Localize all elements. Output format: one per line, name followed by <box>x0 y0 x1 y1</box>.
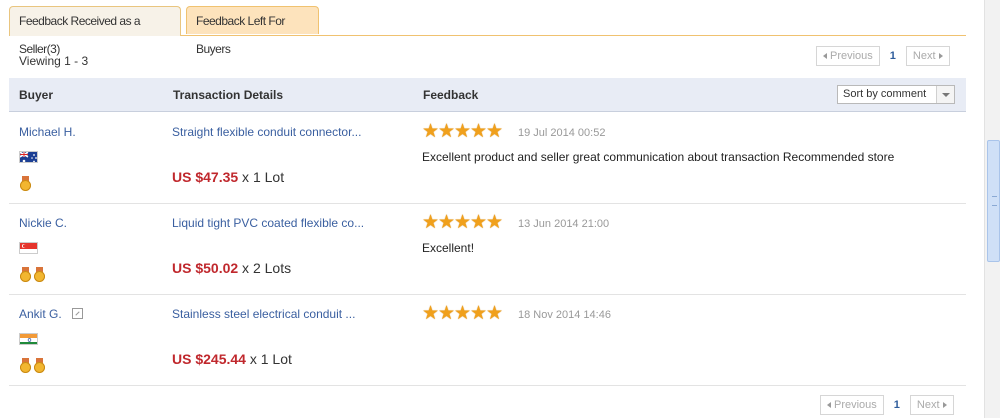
star-rating: ★ ★ ★ ★ ★ <box>422 303 504 324</box>
feedback-tabs: Feedback Received as a Seller(3) Feedbac… <box>0 0 966 56</box>
current-page[interactable]: 1 <box>890 50 896 62</box>
star-icon: ★ <box>422 212 440 233</box>
next-button[interactable]: Next <box>909 395 954 415</box>
feedback-date: 18 Nov 2014 14:46 <box>518 309 611 321</box>
transaction-link[interactable]: Stainless steel electrical conduit ... <box>172 307 355 321</box>
price-amount: US $50.02 <box>172 260 239 276</box>
header-buyer: Buyer <box>19 88 54 102</box>
feedback-comment: Excellent product and seller great commu… <box>422 150 895 164</box>
star-rating: ★ ★ ★ ★ ★ <box>422 212 504 233</box>
star-icon: ★ <box>486 121 504 142</box>
star-icon: ★ <box>486 303 504 324</box>
australia-flag-icon <box>19 151 38 163</box>
star-icon: ★ <box>470 212 488 233</box>
previous-button[interactable]: Previous <box>816 46 880 66</box>
chevron-down-icon[interactable] <box>936 86 954 103</box>
buyer-medals <box>20 358 45 373</box>
table-row: Michael H. Straight flexible conduit con… <box>9 112 966 204</box>
price: US $47.35 x 1 Lot <box>172 169 284 185</box>
buyer-name-link[interactable]: Michael H. <box>19 125 76 139</box>
header-transaction: Transaction Details <box>173 88 284 102</box>
next-button[interactable]: Next <box>905 46 950 66</box>
next-label: Next <box>916 399 940 411</box>
price-quantity: x 2 Lots <box>238 260 292 276</box>
chevron-left-icon <box>823 53 827 59</box>
tab-feedback-left[interactable]: Feedback Left For Buyers <box>186 6 319 56</box>
star-icon: ★ <box>454 212 472 233</box>
price-amount: US $245.44 <box>172 351 246 367</box>
medal-icon <box>20 267 31 282</box>
buyer-name-link[interactable]: Nickie C. <box>19 216 67 230</box>
previous-button[interactable]: Previous <box>820 395 884 415</box>
table-row: Ankit G. Stainless steel electrical cond… <box>9 294 966 386</box>
next-label: Next <box>912 50 936 62</box>
india-flag-icon <box>19 333 38 345</box>
singapore-flag-icon <box>19 242 38 254</box>
medal-icon <box>34 358 45 373</box>
scrollbar-grip-icon <box>992 196 997 206</box>
viewing-count: Viewing 1 - 3 <box>19 54 89 68</box>
header-feedback: Feedback <box>423 88 479 102</box>
transaction-link[interactable]: Liquid tight PVC coated flexible co... <box>172 216 364 230</box>
medal-icon <box>20 176 31 191</box>
buyer-name-link[interactable]: Ankit G. <box>19 307 62 321</box>
star-icon: ★ <box>454 303 472 324</box>
price-quantity: x 1 Lot <box>238 169 285 185</box>
buyer-medals <box>20 176 31 191</box>
star-icon: ★ <box>454 121 472 142</box>
chevron-right-icon <box>938 53 943 59</box>
table-header: Buyer Transaction Details Feedback <box>9 78 966 112</box>
star-icon: ★ <box>438 121 456 142</box>
feedback-date: 13 Jun 2014 21:00 <box>518 218 610 230</box>
star-icon: ★ <box>438 212 456 233</box>
medal-icon <box>20 358 31 373</box>
star-icon: ★ <box>438 303 456 324</box>
pagination-bottom: Previous 1 Next <box>820 395 954 415</box>
price-amount: US $47.35 <box>172 169 239 185</box>
chevron-left-icon <box>827 402 831 408</box>
current-page[interactable]: 1 <box>894 399 900 411</box>
chevron-right-icon <box>942 402 947 408</box>
previous-label: Previous <box>830 50 873 62</box>
price: US $50.02 x 2 Lots <box>172 260 291 276</box>
star-icon: ★ <box>470 121 488 142</box>
star-icon: ★ <box>422 121 440 142</box>
tab-feedback-received[interactable]: Feedback Received as a Seller(3) <box>9 6 181 56</box>
medal-icon <box>34 267 45 282</box>
star-icon: ★ <box>486 212 504 233</box>
feedback-comment: Excellent! <box>422 241 475 255</box>
buyer-medals <box>20 267 45 282</box>
sort-select-value: Sort by comment <box>843 88 927 100</box>
sort-select[interactable]: Sort by comment <box>837 85 955 104</box>
feedback-date: 19 Jul 2014 00:52 <box>518 127 606 139</box>
star-rating: ★ ★ ★ ★ ★ <box>422 121 504 142</box>
star-icon: ★ <box>422 303 440 324</box>
table-row: Nickie C. Liquid tight PVC coated flexib… <box>9 203 966 295</box>
price: US $245.44 x 1 Lot <box>172 351 292 367</box>
price-quantity: x 1 Lot <box>245 351 292 367</box>
star-icon: ★ <box>470 303 488 324</box>
transaction-link[interactable]: Straight flexible conduit connector... <box>172 125 361 139</box>
edit-note-icon[interactable] <box>72 308 83 319</box>
previous-label: Previous <box>834 399 877 411</box>
pagination-top: Previous 1 Next <box>816 46 950 66</box>
